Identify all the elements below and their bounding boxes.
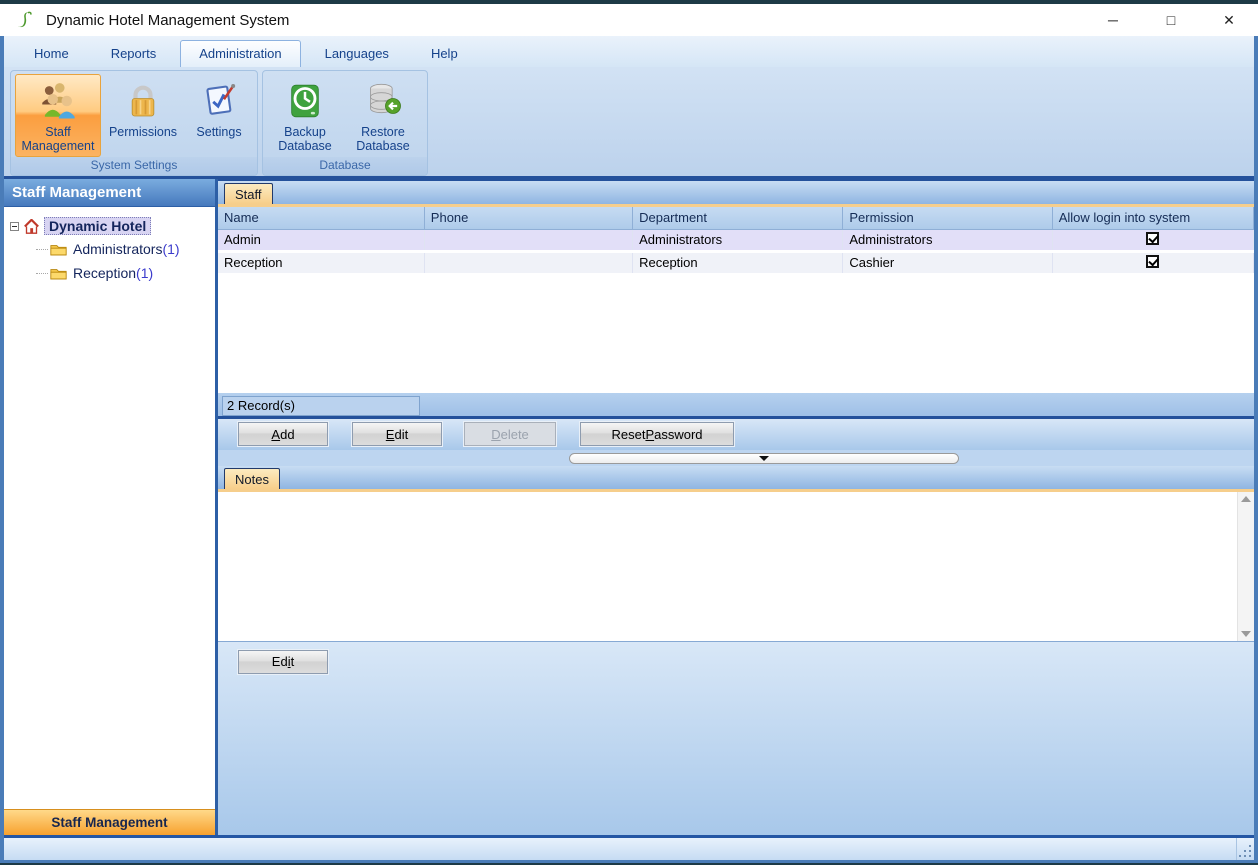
tree-connector [36, 273, 48, 274]
tree-connector [36, 249, 48, 250]
grip-dots-icon [1249, 855, 1251, 857]
tree-item-dynamic-hotel[interactable]: Dynamic Hotel [10, 215, 211, 237]
sidebar: Staff Management Dynamic Hotel [4, 179, 218, 835]
status-bar-fill [4, 838, 1236, 860]
tree-item-count: (1) [136, 265, 153, 281]
folder-icon [50, 266, 67, 280]
tab-staff[interactable]: Staff [224, 183, 273, 204]
cell-name: Reception [218, 251, 424, 274]
reset-password-button[interactable]: Reset Password [580, 422, 734, 446]
column-header-department[interactable]: Department [633, 207, 843, 229]
ribbon-tab-administration[interactable]: Administration [180, 40, 300, 67]
notes-textarea[interactable] [218, 492, 1237, 641]
cell-phone [424, 229, 632, 251]
ribbon-group-system-settings: Staff Management [10, 70, 258, 176]
action-button-row: Add Edit Delete Reset Password [218, 419, 1254, 450]
title-bar: Dynamic Hotel Management System ─ □ ✕ [0, 4, 1258, 36]
column-header-permission[interactable]: Permission [843, 207, 1052, 229]
scroll-down-icon[interactable] [1241, 631, 1251, 637]
cell-permission: Administrators [843, 229, 1052, 251]
ribbon-button-label: Settings [196, 125, 241, 139]
staff-management-button[interactable]: Staff Management [15, 74, 101, 157]
backup-database-button[interactable]: Backup Database [267, 74, 343, 157]
window-title: Dynamic Hotel Management System [46, 12, 289, 29]
grid-header-row: Name Phone Department Permission Allow l… [218, 207, 1254, 229]
chevron-down-icon [759, 456, 769, 461]
notes-scrollbar[interactable] [1237, 492, 1254, 641]
app-window: Dynamic Hotel Management System ─ □ ✕ Ho… [0, 4, 1258, 863]
cell-phone [424, 251, 632, 274]
sidebar-title: Staff Management [4, 179, 215, 207]
cell-permission: Cashier [843, 251, 1052, 274]
ribbon-button-label: Permissions [109, 125, 177, 139]
record-count: 2 Record(s) [222, 396, 420, 416]
status-bar [4, 835, 1254, 860]
notes-tab-strip: Notes [218, 466, 1254, 492]
allow-login-checkbox[interactable] [1146, 232, 1159, 245]
allow-login-checkbox[interactable] [1146, 255, 1159, 268]
tree-item-administrators[interactable]: Administrators(1) [36, 237, 211, 261]
ribbon-button-label: Backup [278, 125, 332, 139]
settings-button[interactable]: Settings [185, 74, 253, 157]
ribbon-button-label: Database [356, 139, 410, 153]
ribbon-button-label: Restore [356, 125, 410, 139]
ribbon-tab-languages[interactable]: Languages [307, 41, 407, 67]
content-panel: Staff Name Phone Department Permission A… [218, 179, 1254, 835]
tree-item-count: (1) [162, 241, 179, 257]
minimize-button[interactable]: ─ [1084, 4, 1142, 36]
ribbon-button-label: Database [278, 139, 332, 153]
permissions-button[interactable]: Permissions [101, 74, 185, 157]
resize-grip[interactable] [1236, 838, 1254, 860]
column-header-name[interactable]: Name [218, 207, 424, 229]
backup-drive-icon [284, 79, 326, 123]
ribbon-tab-reports[interactable]: Reports [93, 41, 175, 67]
tree-root-label[interactable]: Dynamic Hotel [44, 217, 151, 235]
column-header-phone[interactable]: Phone [424, 207, 632, 229]
staff-people-icon [37, 79, 79, 123]
ribbon-group-label: Database [263, 157, 427, 175]
ribbon-tab-row: Home Reports Administration Languages He… [4, 36, 1254, 67]
folder-icon [50, 242, 67, 256]
home-icon [23, 219, 40, 234]
staff-tab-strip: Staff [218, 181, 1254, 207]
maximize-button[interactable]: □ [1142, 4, 1200, 36]
ribbon-tab-home[interactable]: Home [16, 41, 87, 67]
ribbon-button-label: Management [22, 139, 95, 153]
tree-collapse-icon[interactable] [10, 222, 19, 231]
edit-button[interactable]: Edit [352, 422, 442, 446]
cell-department: Reception [633, 251, 843, 274]
tree-item-label[interactable]: Reception [73, 265, 136, 281]
horizontal-splitter[interactable] [218, 450, 1254, 466]
notes-section [218, 492, 1254, 642]
cell-name: Admin [218, 229, 424, 251]
restore-database-button[interactable]: Restore Database [343, 74, 423, 157]
column-header-allow-login[interactable]: Allow login into system [1052, 207, 1253, 229]
record-count-bar: 2 Record(s) [218, 393, 1254, 419]
table-row[interactable]: Admin Administrators Administrators [218, 229, 1254, 251]
restore-database-icon [362, 79, 404, 123]
add-button[interactable]: Add [238, 422, 328, 446]
ribbon-group-database: Backup Database [262, 70, 428, 176]
app-logo-icon [16, 10, 38, 30]
cell-department: Administrators [633, 229, 843, 251]
ribbon: Staff Management [4, 67, 1254, 179]
tree-item-reception[interactable]: Reception(1) [36, 261, 211, 285]
nav-staff-management-button[interactable]: Staff Management [4, 809, 215, 835]
staff-tree: Dynamic Hotel Administrators(1) [4, 207, 215, 809]
tab-notes[interactable]: Notes [224, 468, 280, 489]
notes-edit-row: Edit [218, 642, 1254, 836]
close-button[interactable]: ✕ [1200, 4, 1258, 36]
scroll-up-icon[interactable] [1241, 496, 1251, 502]
padlock-icon [122, 79, 164, 123]
delete-button[interactable]: Delete [464, 422, 556, 446]
ribbon-group-label: System Settings [11, 157, 257, 175]
table-row[interactable]: Reception Reception Cashier [218, 251, 1254, 274]
settings-clipboard-icon [198, 79, 240, 123]
tree-item-label[interactable]: Administrators [73, 241, 162, 257]
staff-grid: Name Phone Department Permission Allow l… [218, 207, 1254, 393]
notes-edit-button[interactable]: Edit [238, 650, 328, 674]
ribbon-tab-help[interactable]: Help [413, 41, 476, 67]
splitter-collapse-handle[interactable] [569, 453, 959, 464]
ribbon-button-label: Staff [22, 125, 95, 139]
